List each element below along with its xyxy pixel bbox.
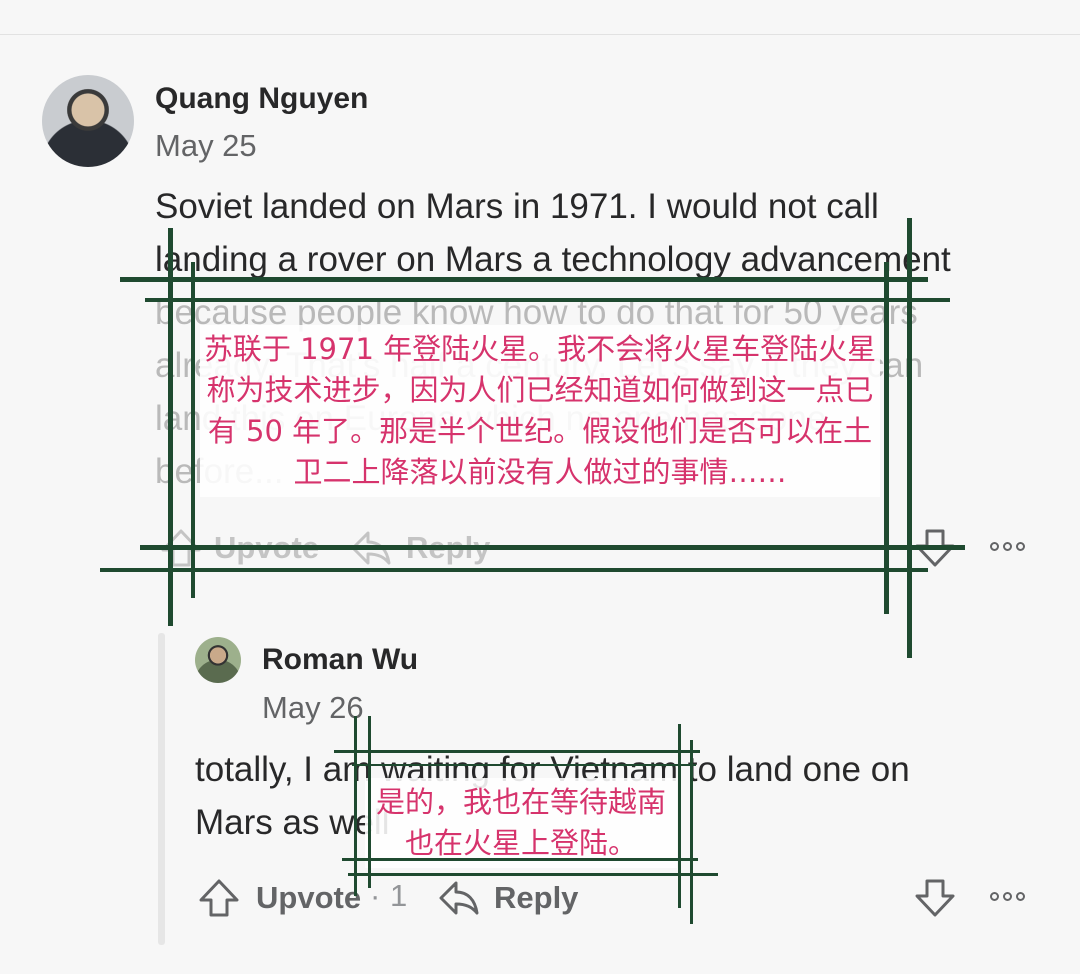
more-options-icon	[1016, 892, 1025, 901]
frame-line	[191, 262, 195, 598]
reply-arrow-icon	[439, 881, 479, 915]
frame-line	[100, 568, 928, 572]
upvote-arrow-icon	[199, 879, 239, 917]
avatar[interactable]	[195, 637, 241, 683]
more-options-icon	[1016, 542, 1025, 551]
upvote-label: Upvote	[256, 880, 362, 915]
translation-overlay: 是的，我也在等待越南也在火星上登陆。	[365, 778, 677, 868]
reply-label: Reply	[494, 880, 579, 915]
frame-line	[140, 545, 965, 550]
reply-author[interactable]: Roman Wu	[262, 643, 418, 677]
comment-line: Soviet landed on Mars in 1971. I would n…	[155, 187, 879, 226]
downvote-arrow-icon	[915, 879, 955, 917]
more-options-icon	[1003, 542, 1012, 551]
downvote-button[interactable]	[914, 878, 956, 918]
comment-date[interactable]: May 25	[155, 128, 257, 164]
frame-line	[334, 750, 700, 753]
more-options-icon	[990, 542, 999, 551]
frame-line	[145, 298, 950, 302]
reply-date[interactable]: May 26	[262, 690, 364, 726]
upvote-separator: ·	[370, 878, 381, 913]
frame-line	[690, 740, 693, 924]
frame-line	[348, 873, 718, 876]
divider	[0, 34, 1080, 35]
upvote-count: 1	[390, 878, 408, 913]
reply-button[interactable]: Reply	[438, 878, 578, 918]
frame-line	[352, 764, 696, 766]
comment-author[interactable]: Quang Nguyen	[155, 82, 368, 116]
frame-line	[884, 262, 889, 614]
frame-line	[678, 724, 681, 908]
frame-line	[120, 277, 928, 282]
frame-line	[907, 218, 912, 658]
comment-thread: Quang Nguyen May 25 Soviet landed on Mar…	[0, 0, 1080, 974]
frame-line	[354, 716, 357, 896]
translation-overlay: 苏联于 1971 年登陆火星。我不会将火星车登陆火星称为技术进步，因为人们已经知…	[200, 325, 880, 497]
frame-line	[168, 228, 173, 626]
more-options-button[interactable]	[990, 892, 1025, 901]
frame-line	[342, 858, 698, 861]
upvote-button[interactable]: Upvote	[198, 878, 361, 918]
more-options-icon	[1003, 892, 1012, 901]
more-options-button[interactable]	[990, 542, 1025, 551]
thread-indent-line	[158, 633, 165, 945]
frame-line	[368, 716, 371, 888]
avatar[interactable]	[42, 75, 134, 167]
more-options-icon	[990, 892, 999, 901]
